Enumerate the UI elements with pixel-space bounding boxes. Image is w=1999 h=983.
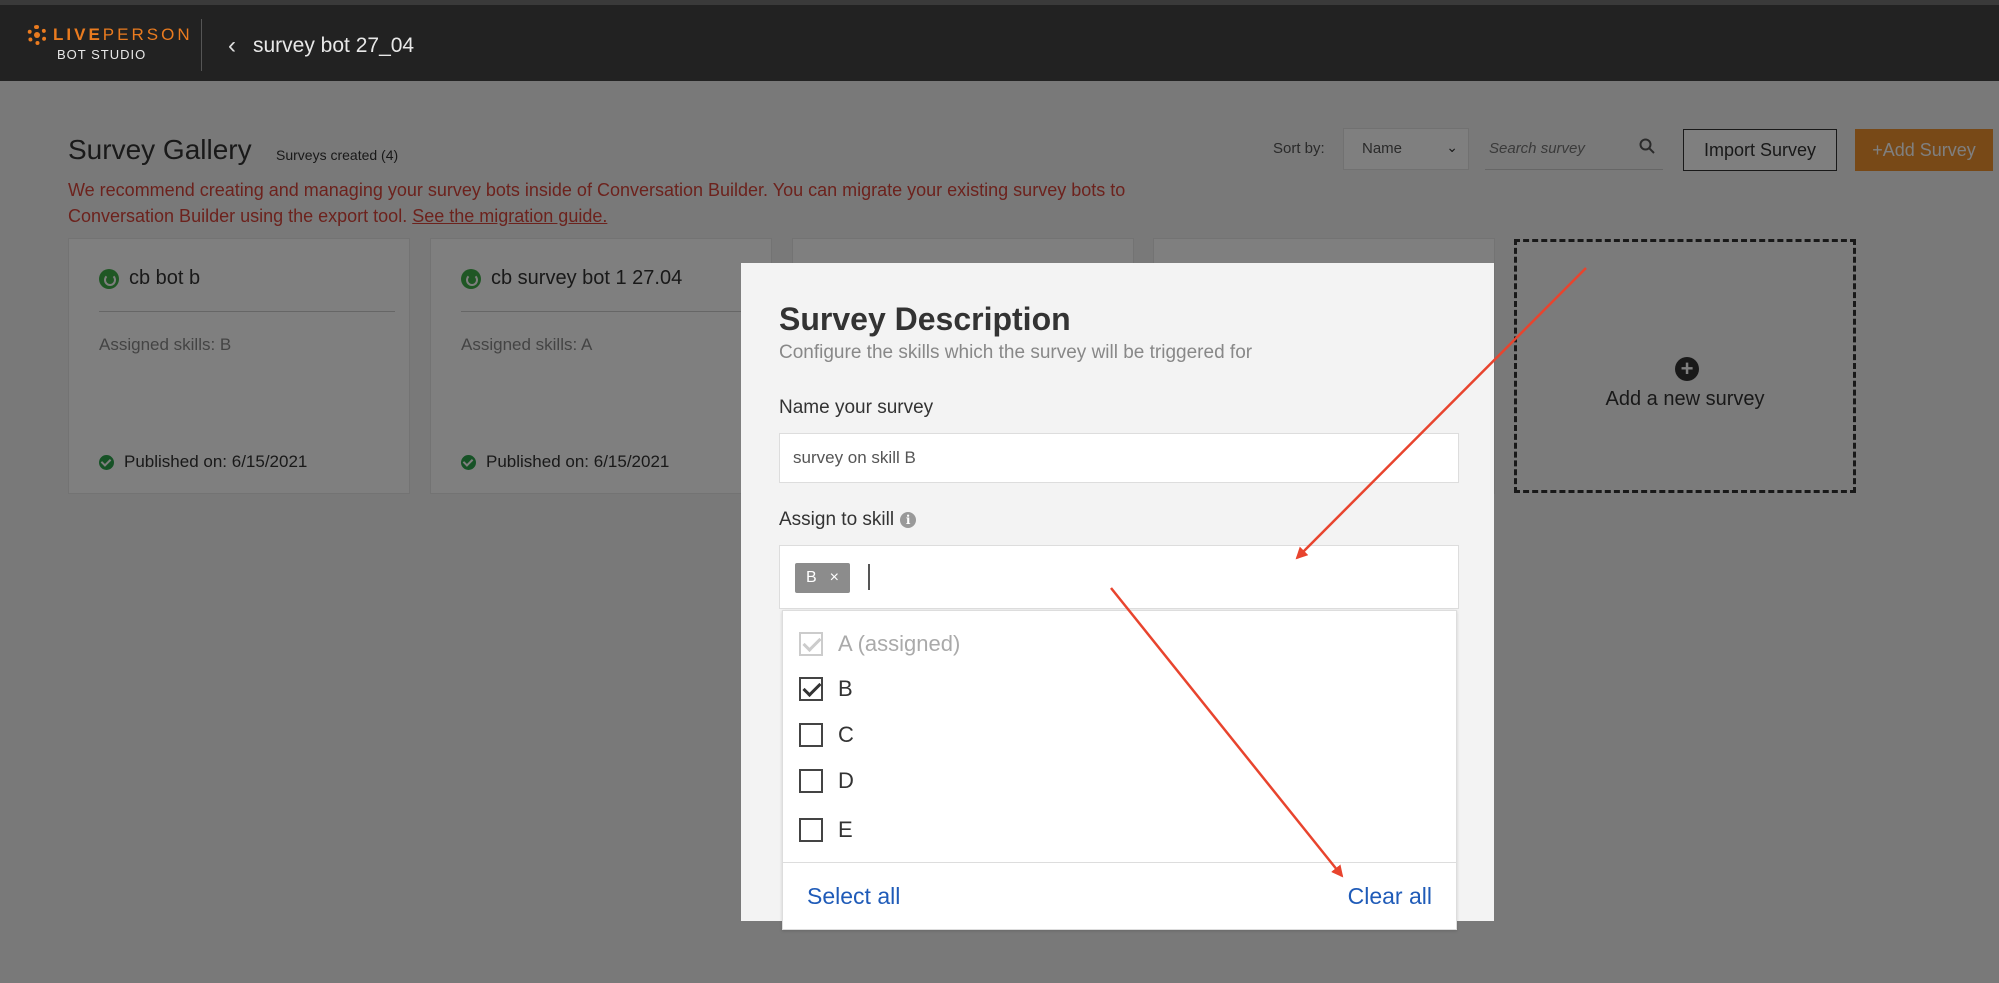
survey-name-label: Name your survey [779, 397, 934, 418]
text-cursor [868, 564, 870, 590]
info-icon[interactable]: i [900, 512, 917, 528]
selected-skill-tag: B × [795, 563, 851, 593]
modal-subtitle: Configure the skills which the survey wi… [779, 342, 1253, 363]
checkbox[interactable] [799, 818, 823, 842]
logo-wordmark: LIVEPERSON [53, 25, 193, 44]
bot-name-breadcrumb[interactable]: survey bot 27_04 [253, 34, 414, 58]
survey-name-input[interactable] [779, 433, 1459, 483]
top-bar: LIVEPERSON BOT STUDIO ‹ survey bot 27_04 [0, 0, 1999, 81]
clear-all-link[interactable]: Clear all [1348, 883, 1432, 910]
back-chevron-icon[interactable]: ‹ [228, 32, 236, 60]
skill-multiselect[interactable]: B × [779, 545, 1459, 609]
checkbox[interactable] [799, 723, 823, 747]
remove-tag-icon[interactable]: × [830, 569, 839, 587]
skill-option-b[interactable]: B [799, 674, 853, 704]
checkbox[interactable] [799, 677, 823, 701]
logo-product-name: BOT STUDIO [57, 47, 147, 62]
checkbox [799, 632, 823, 656]
dropdown-footer: Select all Clear all [783, 862, 1456, 931]
header-divider [201, 19, 202, 71]
select-all-link[interactable]: Select all [807, 883, 900, 910]
assign-skill-label: Assign to skill i [779, 509, 917, 531]
checkbox[interactable] [799, 769, 823, 793]
skill-option-d[interactable]: D [799, 766, 854, 796]
skill-option-e[interactable]: E [799, 815, 853, 845]
modal-title: Survey Description [779, 301, 1071, 337]
skill-dropdown: A (assigned) B C D E Select all Clear al… [782, 610, 1457, 930]
skill-option-a: A (assigned) [799, 629, 960, 659]
liveperson-logo[interactable]: LIVEPERSON BOT STUDIO [27, 25, 193, 62]
skill-option-c[interactable]: C [799, 720, 854, 750]
liveperson-sun-icon [27, 25, 47, 45]
